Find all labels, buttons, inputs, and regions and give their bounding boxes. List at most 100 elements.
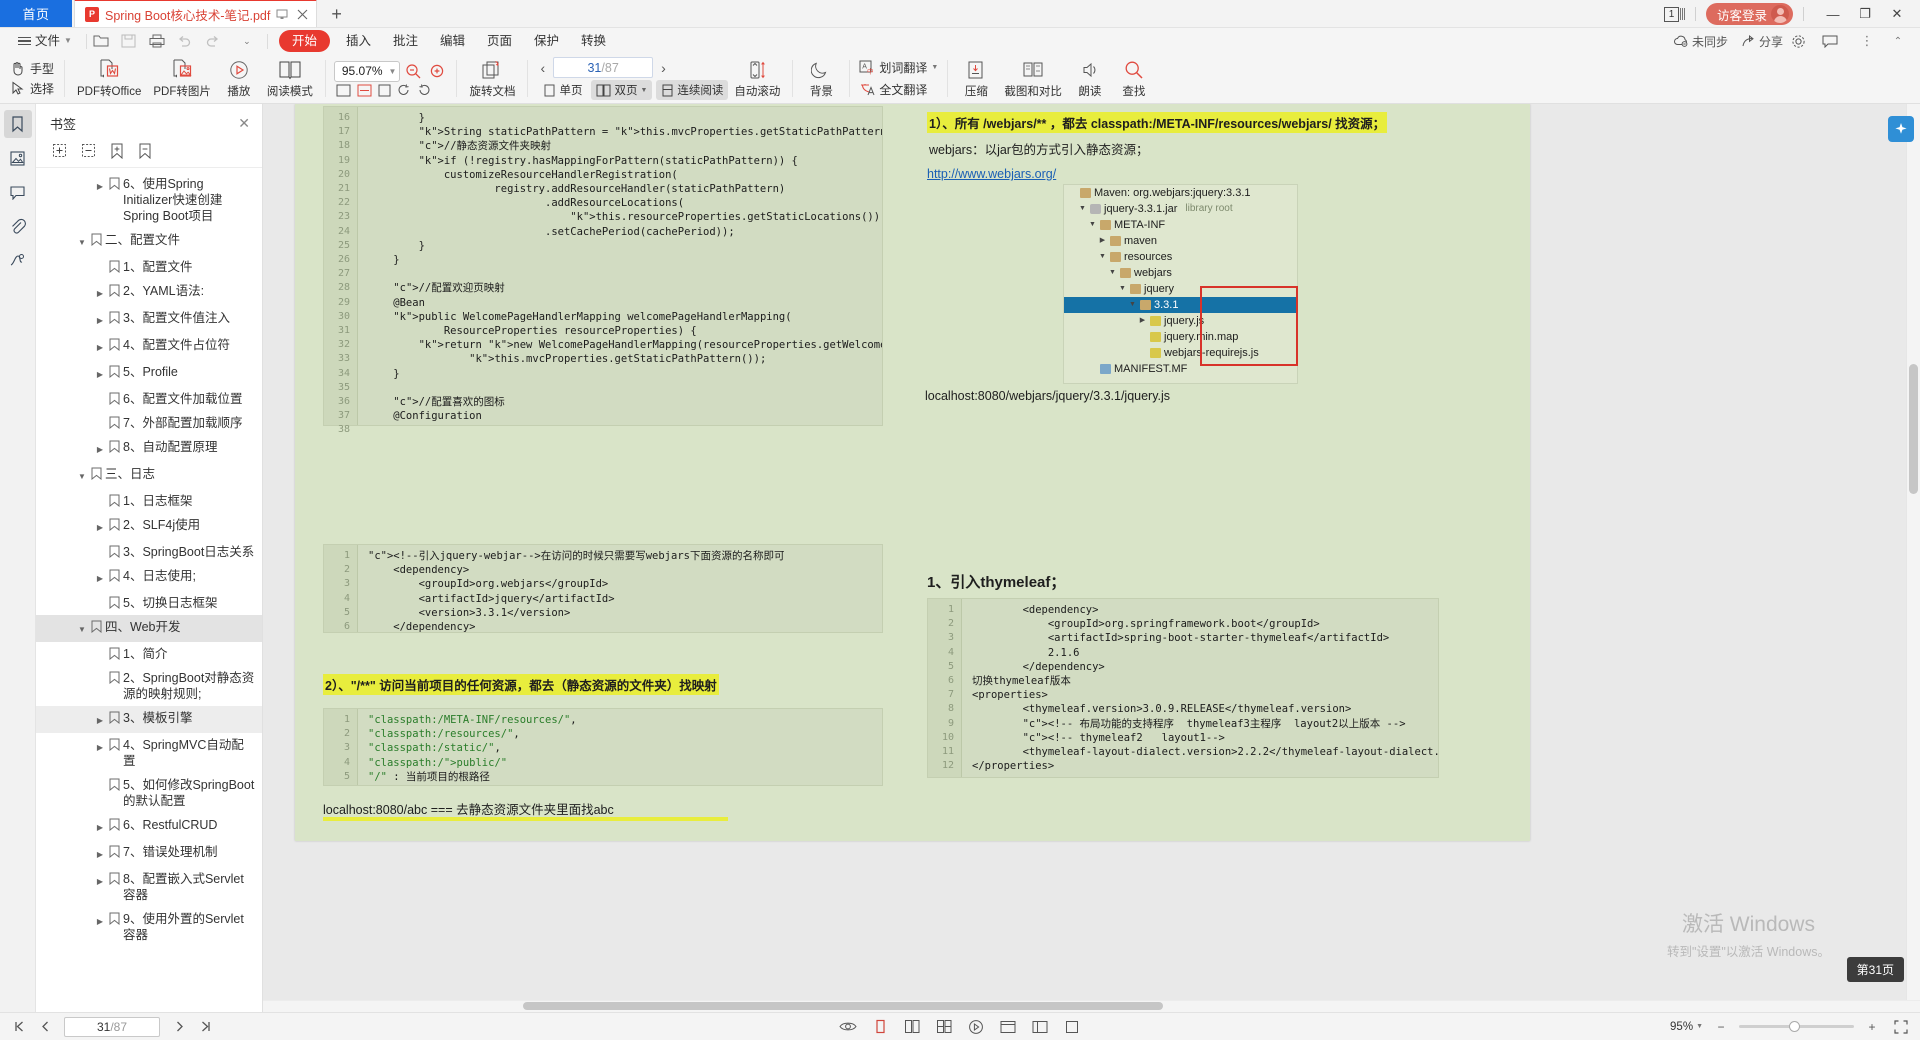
zoom-level-select[interactable]: 95.07% ▼	[333, 60, 401, 82]
next-page-button[interactable]	[168, 1016, 190, 1038]
monitor-icon[interactable]	[276, 8, 288, 20]
continuous-view-button[interactable]	[933, 1016, 955, 1038]
rail-attachment-icon[interactable]	[4, 212, 32, 240]
ribbon-tab-insert[interactable]: 插入	[335, 28, 382, 54]
hand-tool-button[interactable]: 手型	[10, 60, 54, 77]
quick-access-chevron-icon[interactable]: ⌄	[233, 36, 261, 47]
add-bookmark-icon[interactable]	[110, 143, 124, 159]
next-page-button[interactable]: ›	[655, 60, 672, 76]
chevron-right-icon[interactable]: ▶	[94, 310, 106, 329]
zoom-in-button[interactable]: +	[1861, 1016, 1883, 1038]
chevron-right-icon[interactable]: ▶	[94, 737, 106, 756]
chevron-right-icon[interactable]: ▶	[1098, 233, 1107, 249]
bookmark-item[interactable]: 5、如何修改SpringBoot的默认配置	[36, 773, 262, 813]
bookmark-item[interactable]: 1、简介	[36, 642, 262, 666]
close-button[interactable]: ✕	[1882, 2, 1912, 26]
rail-signature-icon[interactable]	[4, 246, 32, 274]
restore-button[interactable]: ❐	[1850, 2, 1880, 26]
chevron-right-icon[interactable]: ▶	[94, 844, 106, 863]
chevron-right-icon[interactable]: ▶	[94, 439, 106, 458]
fit-page-icon[interactable]	[336, 84, 351, 97]
bookmark-item[interactable]: ▼ 四、Web开发	[36, 615, 262, 642]
tree-row[interactable]: ▶ maven	[1064, 233, 1297, 249]
prev-page-button[interactable]: ‹	[534, 60, 551, 76]
gear-icon[interactable]	[1791, 34, 1819, 49]
bookmark-item[interactable]: 1、配置文件	[36, 255, 262, 279]
chevron-right-icon[interactable]: ▶	[94, 337, 106, 356]
chevron-right-icon[interactable]: ▶	[94, 817, 106, 836]
bookmark-item[interactable]: ▶ 3、模板引擎	[36, 706, 262, 733]
continuous-read-button[interactable]: 连续阅读	[656, 80, 729, 100]
fullscreen-button[interactable]	[1890, 1016, 1912, 1038]
ribbon-tab-annotate[interactable]: 批注	[382, 28, 429, 54]
comment-icon[interactable]	[1822, 35, 1850, 48]
double-page-view-button[interactable]	[901, 1016, 923, 1038]
tree-row[interactable]: webjars-requirejs.js	[1064, 345, 1297, 361]
bookmark-item[interactable]: ▶ 4、SpringMVC自动配置	[36, 733, 262, 773]
chevron-right-icon[interactable]: ▶	[94, 517, 106, 536]
compress-button[interactable]: 压缩	[954, 54, 998, 103]
chevron-right-icon[interactable]	[94, 415, 106, 418]
pdf-to-image-button[interactable]: PDF转图片	[147, 54, 217, 103]
chevron-right-icon[interactable]	[94, 544, 106, 547]
first-page-button[interactable]	[8, 1016, 30, 1038]
chevron-right-icon[interactable]	[94, 493, 106, 496]
status-page-input[interactable]: 31/87	[64, 1016, 160, 1037]
chevron-right-icon[interactable]: ▶	[94, 568, 106, 587]
chevron-right-icon[interactable]	[94, 595, 106, 598]
page-count-badge[interactable]: 1	[1663, 6, 1679, 22]
tree-row[interactable]: ▼ jquery	[1064, 281, 1297, 297]
rail-thumbnail-icon[interactable]	[4, 144, 32, 172]
bookmark-item[interactable]: ▶ 7、错误处理机制	[36, 840, 262, 867]
eye-icon[interactable]	[837, 1016, 859, 1038]
chevron-right-icon[interactable]: ▶	[1138, 313, 1147, 329]
collapse-ribbon-icon[interactable]: ⌃	[1884, 36, 1912, 47]
vertical-scrollbar[interactable]	[1906, 104, 1920, 1012]
tree-row[interactable]: Maven: org.webjars:jquery:3.3.1	[1064, 185, 1297, 201]
close-tab-icon[interactable]	[297, 9, 308, 20]
remove-bookmark-icon[interactable]	[138, 143, 152, 159]
rotate-right-icon[interactable]	[417, 84, 431, 97]
document-viewport[interactable]: 16 17 18 19 20 21 22 23 24 25 26 27 28 29 30 31 32 33 34 35…	[263, 104, 1920, 1012]
horizontal-scroll-thumb[interactable]	[523, 1002, 1163, 1010]
chevron-down-icon[interactable]: ▼	[1088, 217, 1097, 233]
bookmark-item[interactable]: 3、SpringBoot日志关系	[36, 540, 262, 564]
expand-all-icon[interactable]	[52, 143, 67, 159]
bookmark-item[interactable]: 7、外部配置加载顺序	[36, 411, 262, 435]
last-page-button[interactable]	[194, 1016, 216, 1038]
bookmark-item[interactable]: 1、日志框架	[36, 489, 262, 513]
chevron-down-icon[interactable]: ▼	[1118, 281, 1127, 297]
bookmark-item[interactable]: 2、SpringBoot对静态资源的映射规则;	[36, 666, 262, 706]
ai-assistant-button[interactable]	[1888, 116, 1914, 142]
chevron-right-icon[interactable]: ▶	[94, 871, 106, 890]
ribbon-tab-convert[interactable]: 转换	[570, 28, 617, 54]
chevron-right-icon[interactable]	[94, 777, 106, 780]
single-page-view-button[interactable]	[869, 1016, 891, 1038]
rail-bookmark-icon[interactable]	[3, 110, 32, 138]
tree-row[interactable]: ▼ jquery-3.3.1.jar library root	[1064, 201, 1297, 217]
webjars-link[interactable]: http://www.webjars.org/	[927, 167, 1056, 181]
zoom-slider[interactable]	[1739, 1021, 1854, 1032]
fit-page-button[interactable]	[1029, 1016, 1051, 1038]
read-mode-button[interactable]: 阅读模式	[261, 54, 319, 103]
bookmark-item[interactable]: ▼ 二、配置文件	[36, 228, 262, 255]
tree-row[interactable]: MANIFEST.MF	[1064, 361, 1297, 377]
fit-width-button[interactable]	[997, 1016, 1019, 1038]
tree-row[interactable]: ▶ jquery.js	[1064, 313, 1297, 329]
zoom-out-button[interactable]	[402, 60, 424, 82]
rotate-left-icon[interactable]	[397, 84, 411, 97]
chevron-right-icon[interactable]	[94, 646, 106, 649]
bookmark-list[interactable]: ▶ 6、使用Spring Initializer快速创建Spring Boot项目…	[36, 168, 262, 1012]
new-tab-button[interactable]: +	[317, 1, 356, 27]
save-icon[interactable]	[121, 34, 149, 48]
bookmark-item[interactable]: 6、配置文件加载位置	[36, 387, 262, 411]
chevron-down-icon[interactable]: ▼	[76, 619, 88, 638]
ribbon-tab-protect[interactable]: 保护	[523, 28, 570, 54]
chevron-right-icon[interactable]: ▶	[94, 911, 106, 930]
open-file-icon[interactable]	[93, 34, 121, 48]
menu-file[interactable]: 文件 ▼	[10, 28, 80, 54]
home-tab[interactable]: 首页	[0, 0, 72, 27]
vertical-scroll-thumb[interactable]	[1909, 364, 1918, 494]
zoom-out-button[interactable]: −	[1710, 1016, 1732, 1038]
bookmark-item[interactable]: ▶ 4、日志使用;	[36, 564, 262, 591]
